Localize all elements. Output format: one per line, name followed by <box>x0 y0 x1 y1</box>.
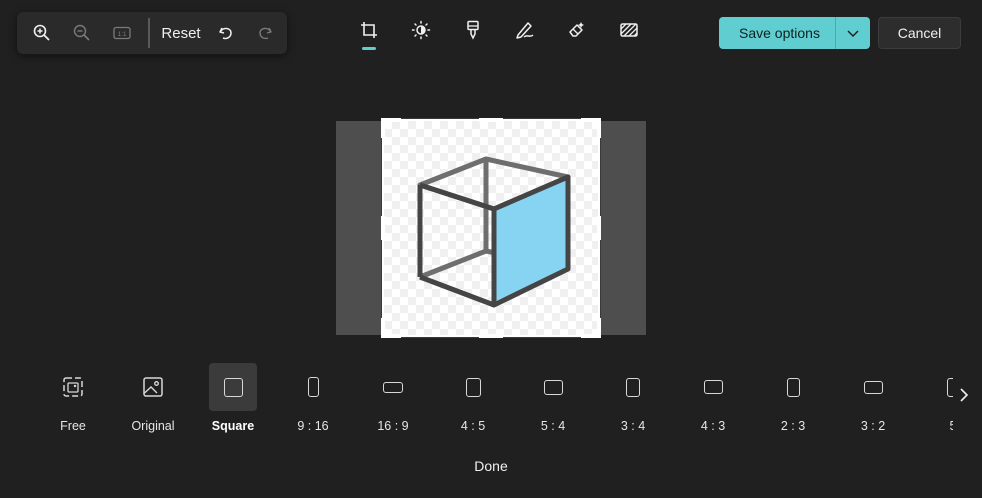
cube-image <box>417 156 571 308</box>
ratio-label: Square <box>211 419 255 433</box>
chevron-down-icon[interactable] <box>845 26 861 40</box>
ratio-free[interactable]: Free <box>49 363 97 443</box>
cropped-out-right <box>600 121 646 335</box>
cropped-out-left <box>336 121 382 335</box>
erase-tool[interactable] <box>559 14 595 50</box>
crop-handle-right[interactable] <box>597 216 601 240</box>
save-options-label: Save options <box>739 25 820 41</box>
ratio-label: 3 : 2 <box>860 419 886 433</box>
portrait-4-5-icon <box>449 363 497 411</box>
ratio-3-2[interactable]: 3 : 2 <box>849 363 897 443</box>
ratio-original[interactable]: Original <box>129 363 177 443</box>
crop-handle-bl-v[interactable] <box>381 318 385 338</box>
ratio-4-5[interactable]: 4 : 5 <box>449 363 497 443</box>
crop-tool[interactable] <box>351 14 387 50</box>
portrait-partial-icon <box>929 363 953 411</box>
portrait-3-4-icon <box>609 363 657 411</box>
ratio-2-3[interactable]: 2 : 3 <box>769 363 817 443</box>
zoom-in-icon[interactable] <box>25 12 59 54</box>
crop-handle-tl-v[interactable] <box>381 118 385 138</box>
ratio-3-4[interactable]: 3 : 4 <box>609 363 657 443</box>
landscape-3-2-icon <box>849 363 897 411</box>
zoom-toolbar: 1:1 Reset <box>17 12 287 54</box>
ratio-label: 5 <box>949 419 953 433</box>
zoom-out-icon[interactable] <box>65 12 99 54</box>
ratio-9-16[interactable]: 9 : 16 <box>289 363 337 443</box>
ratio-label: Original <box>131 419 175 433</box>
eraser-icon <box>567 20 587 45</box>
landscape-4-3-icon <box>689 363 737 411</box>
crop-handle-br-v[interactable] <box>597 318 601 338</box>
free-crop-icon <box>49 363 97 411</box>
landscape-16-9-icon <box>369 363 417 411</box>
ratio-label: Free <box>60 419 86 433</box>
crop-handle-left[interactable] <box>381 216 385 240</box>
crop-area[interactable] <box>381 118 601 338</box>
ratio-label: 3 : 4 <box>620 419 646 433</box>
undo-icon[interactable] <box>209 12 243 54</box>
ratio-4-3[interactable]: 4 : 3 <box>689 363 737 443</box>
brightness-icon <box>411 20 431 45</box>
crop-handle-top[interactable] <box>479 118 503 122</box>
square-icon <box>209 363 257 411</box>
ratio-partial[interactable]: 5 <box>929 363 953 443</box>
landscape-5-4-icon <box>529 363 577 411</box>
svg-text:1:1: 1:1 <box>117 31 126 38</box>
toolbar-divider <box>148 18 150 48</box>
filter-icon <box>465 20 481 45</box>
filter-tool[interactable] <box>455 14 491 50</box>
crop-icon <box>360 21 378 44</box>
adjustment-tool[interactable] <box>403 14 439 50</box>
ratio-label: 4 : 3 <box>700 419 726 433</box>
chevron-right-icon[interactable] <box>952 383 976 407</box>
markup-tool[interactable] <box>507 14 543 50</box>
save-divider <box>835 17 836 49</box>
ratio-square[interactable]: Square <box>209 363 257 443</box>
background-icon <box>619 21 639 44</box>
portrait-9-16-icon <box>289 363 337 411</box>
ratio-5-4[interactable]: 5 : 4 <box>529 363 577 443</box>
ratio-label: 5 : 4 <box>540 419 566 433</box>
ratio-label: 4 : 5 <box>460 419 486 433</box>
ratio-label: 9 : 16 <box>297 419 329 433</box>
crop-handle-tr-v[interactable] <box>597 118 601 138</box>
redo-icon[interactable] <box>248 12 282 54</box>
reset-button[interactable]: Reset <box>156 12 206 54</box>
crop-handle-bottom[interactable] <box>479 334 503 338</box>
ratio-label: 2 : 3 <box>780 419 806 433</box>
background-tool[interactable] <box>611 14 647 50</box>
ratio-strip-clip: 5 <box>929 363 953 443</box>
actual-size-icon[interactable]: 1:1 <box>105 12 139 54</box>
ratio-label: 16 : 9 <box>377 419 409 433</box>
active-tool-indicator <box>362 47 376 50</box>
portrait-2-3-icon <box>769 363 817 411</box>
save-options-button[interactable]: Save options <box>719 17 870 49</box>
cancel-button[interactable]: Cancel <box>878 17 961 49</box>
original-image-icon <box>129 363 177 411</box>
pen-icon <box>515 20 535 45</box>
ratio-16-9[interactable]: 16 : 9 <box>369 363 417 443</box>
done-button[interactable]: Done <box>461 454 521 478</box>
